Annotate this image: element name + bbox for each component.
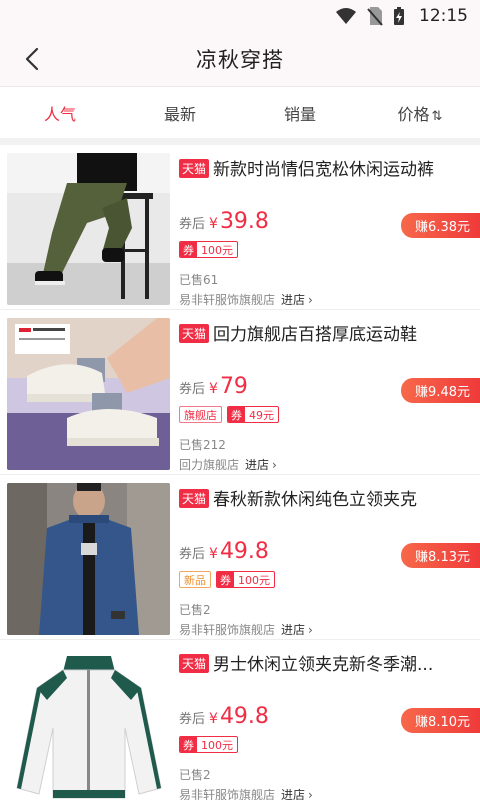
product-name[interactable]: 新款时尚情侣宽松休闲运动裤 [213,155,434,180]
product-info: 天猫 回力旗舰店百搭厚底运动鞋 券后 ¥ 79 赚9.48元 旗舰店 券 49元… [170,318,480,474]
status-bar: 12:15 [0,0,480,32]
product-name[interactable]: 春秋新款休闲纯色立领夹克 [213,485,417,510]
go-shop-link[interactable]: 进店 [281,621,305,638]
earn-badge: 赚8.10元 [401,708,480,733]
no-sim-icon [367,6,383,26]
coupon-tag[interactable]: 券 100元 [179,736,238,753]
product-name[interactable]: 男士休闲立领夹克新冬季潮... [213,650,433,675]
page-header: 凉秋穿搭 [0,32,480,86]
product-image-blue-jacket[interactable] [7,483,170,635]
flagship-store-tag: 旗舰店 [179,406,222,423]
chevron-right-icon: › [308,787,313,800]
status-time: 12:15 [419,6,468,26]
tab-sales[interactable]: 销量 [240,101,360,125]
product-image-track-jacket[interactable] [7,648,170,800]
product-name[interactable]: 回力旗舰店百搭厚底运动鞋 [213,320,417,345]
coupon-key: 券 [228,407,245,422]
coupon-key: 券 [180,242,197,257]
sort-tabs: 人气 最新 销量 价格 ⇅ [0,86,480,138]
sold-count: 已售2 [179,768,211,782]
product-item[interactable]: 天猫 新款时尚情侣宽松休闲运动裤 券后 ¥ 39.8 赚6.38元 券 100元… [0,145,480,310]
currency-symbol: ¥ [209,381,218,397]
sort-arrows-icon: ⇅ [431,108,443,124]
shop-name: 易非轩服饰旗舰店 [179,293,276,307]
product-item[interactable]: 天猫 春秋新款休闲纯色立领夹克 券后 ¥ 49.8 赚8.13元 新品 券 10… [0,475,480,640]
price-label: 券后 [179,712,206,727]
chevron-right-icon: › [272,457,277,472]
wifi-icon [335,7,357,25]
price-row: 券后 ¥ 39.8 [179,209,269,234]
earn-badge: 赚9.48元 [401,378,480,403]
tmall-badge: 天猫 [179,654,210,673]
tab-label: 价格 [397,104,430,124]
product-list: 天猫 新款时尚情侣宽松休闲运动裤 券后 ¥ 39.8 赚6.38元 券 100元… [0,145,480,800]
shop-name: 易非轩服饰旗舰店 [179,788,276,800]
go-shop-link[interactable]: 进店 [281,786,305,800]
coupon-key: 券 [180,737,197,752]
product-item[interactable]: 天猫 回力旗舰店百搭厚底运动鞋 券后 ¥ 79 赚9.48元 旗舰店 券 49元… [0,310,480,475]
product-info: 天猫 新款时尚情侣宽松休闲运动裤 券后 ¥ 39.8 赚6.38元 券 100元… [170,153,480,309]
coupon-value: 100元 [201,243,233,257]
new-product-tag: 新品 [179,571,211,588]
coupon-tag[interactable]: 券 49元 [227,406,279,423]
product-price: 39.8 [219,209,269,234]
coupon-value: 49元 [249,408,274,422]
tmall-badge: 天猫 [179,159,210,178]
coupon-tag[interactable]: 券 100元 [216,571,275,588]
product-price: 79 [219,374,248,399]
sold-count: 已售2 [179,603,211,617]
tmall-badge: 天猫 [179,489,210,508]
page-title: 凉秋穿搭 [196,48,284,72]
coupon-tag[interactable]: 券 100元 [179,241,238,258]
tab-label: 人气 [43,104,76,124]
sold-count: 已售212 [179,438,226,452]
product-item[interactable]: 天猫 男士休闲立领夹克新冬季潮... 券后 ¥ 49.8 赚8.10元 券 10… [0,640,480,800]
currency-symbol: ¥ [209,711,218,727]
tab-popularity[interactable]: 人气 [0,101,120,125]
coupon-value: 100元 [238,573,270,587]
battery-charging-icon [393,6,405,26]
coupon-key: 券 [217,572,234,587]
product-image-cargo-pants[interactable] [7,153,170,305]
currency-symbol: ¥ [209,546,218,562]
product-image-sneakers[interactable] [7,318,170,470]
product-price: 49.8 [219,539,269,564]
shop-name: 易非轩服饰旗舰店 [179,623,276,637]
sold-count: 已售61 [179,273,219,287]
earn-badge: 赚8.13元 [401,543,480,568]
tab-price[interactable]: 价格 ⇅ [360,101,480,125]
price-row: 券后 ¥ 79 [179,374,248,399]
go-shop-link[interactable]: 进店 [281,291,305,308]
shop-name: 回力旗舰店 [179,458,240,472]
chevron-right-icon: › [308,622,313,637]
price-label: 券后 [179,382,206,397]
product-info: 天猫 春秋新款休闲纯色立领夹克 券后 ¥ 49.8 赚8.13元 新品 券 10… [170,483,480,639]
tmall-badge: 天猫 [179,324,210,343]
back-arrow-icon[interactable] [16,43,48,75]
currency-symbol: ¥ [209,216,218,232]
chevron-right-icon: › [308,292,313,307]
earn-badge: 赚6.38元 [401,213,480,238]
go-shop-link[interactable]: 进店 [245,456,269,473]
product-info: 天猫 男士休闲立领夹克新冬季潮... 券后 ¥ 49.8 赚8.10元 券 10… [170,648,480,800]
tab-newest[interactable]: 最新 [120,101,240,125]
tab-label: 销量 [283,104,316,124]
price-label: 券后 [179,547,206,562]
coupon-value: 100元 [201,738,233,752]
product-price: 49.8 [219,704,269,729]
price-label: 券后 [179,217,206,232]
price-row: 券后 ¥ 49.8 [179,539,269,564]
tab-label: 最新 [163,104,196,124]
price-row: 券后 ¥ 49.8 [179,704,269,729]
